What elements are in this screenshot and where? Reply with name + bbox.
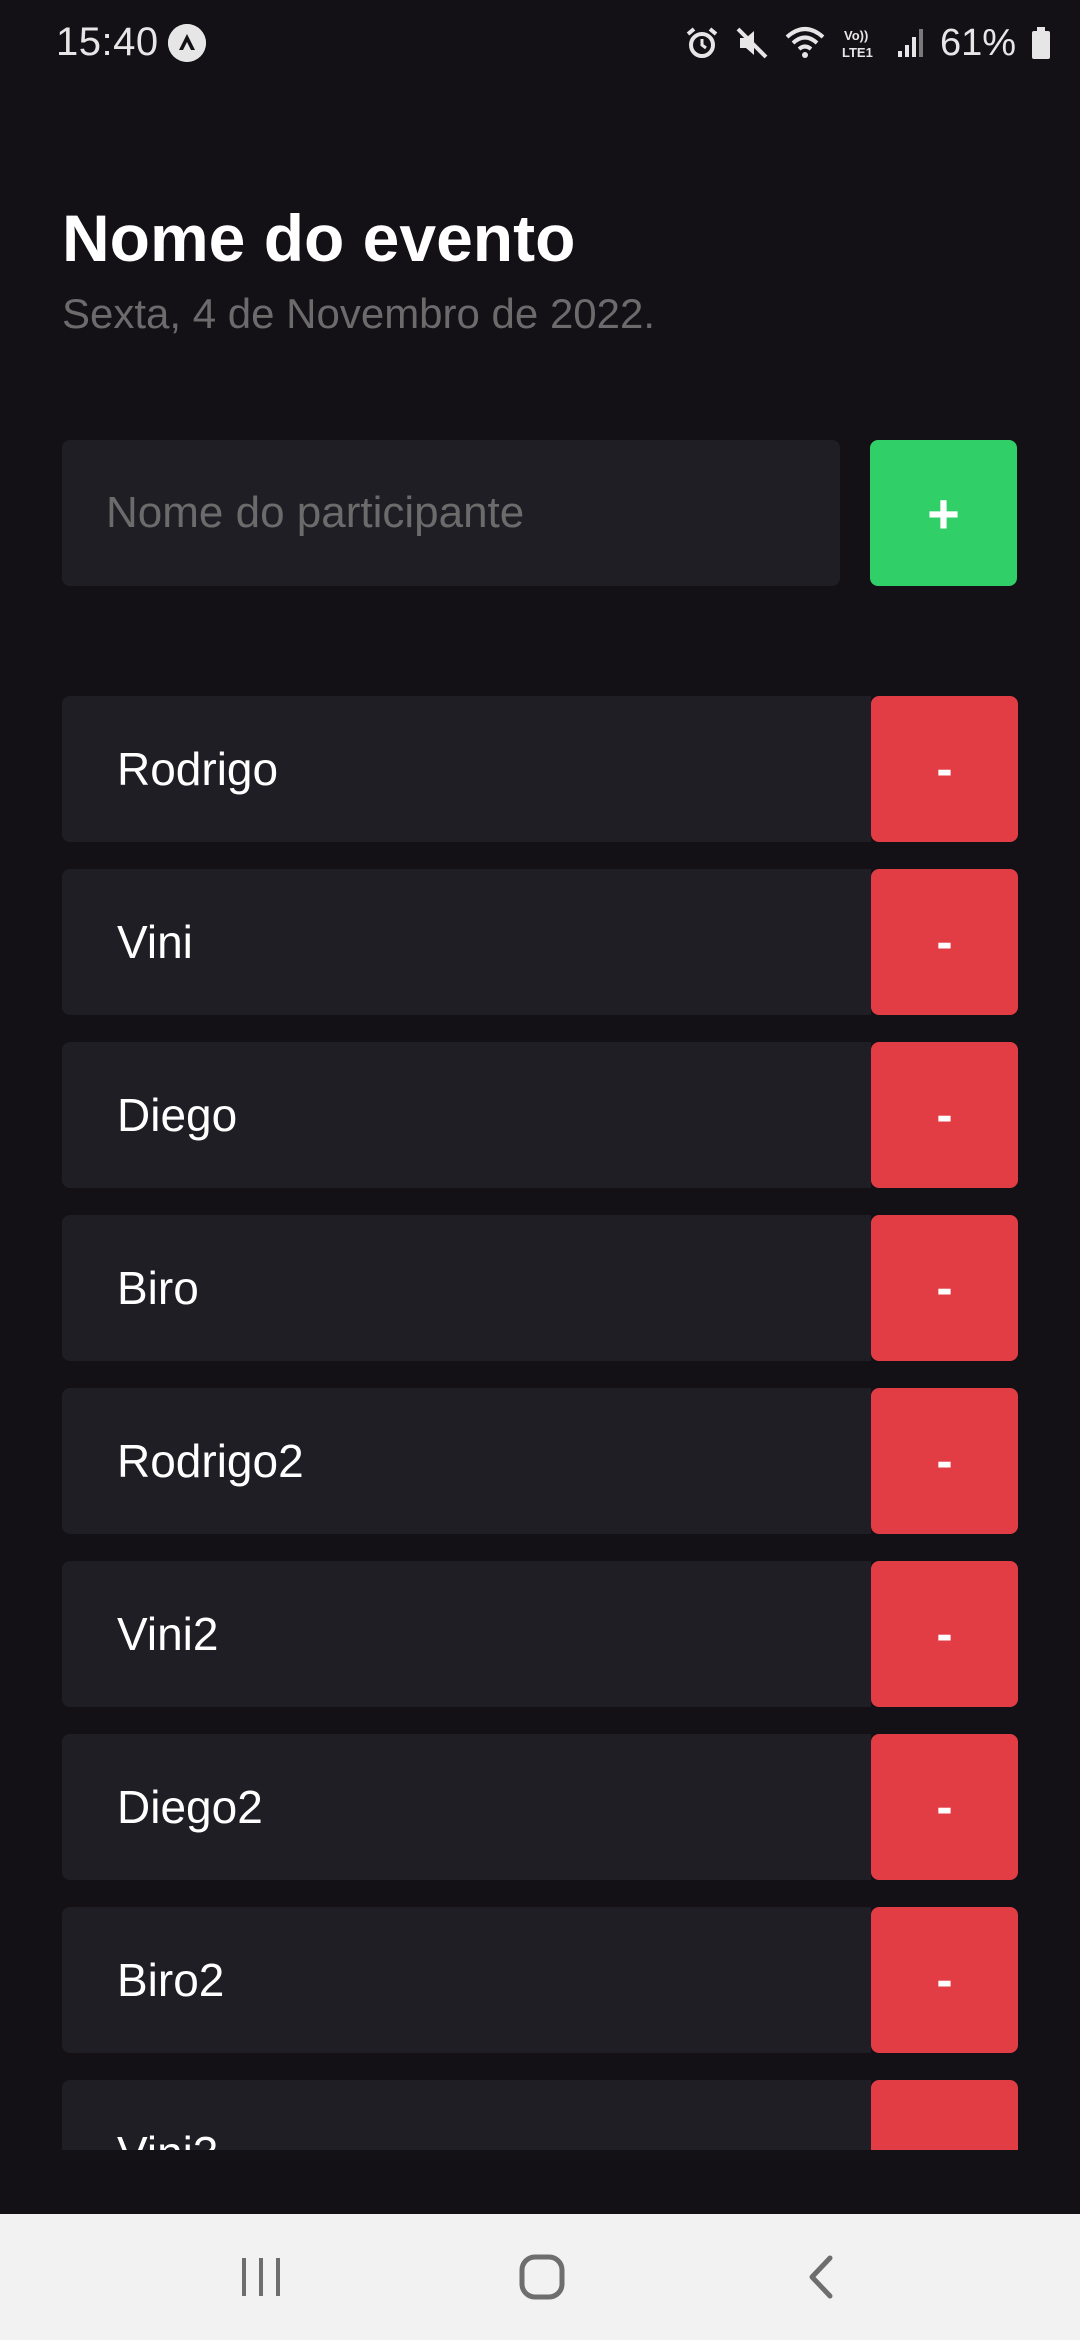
remove-participant-button[interactable]: -	[871, 2080, 1018, 2150]
participant-name-input[interactable]	[62, 440, 840, 586]
svg-text:LTE1: LTE1	[842, 45, 873, 60]
participant-name: Diego	[62, 1042, 871, 1188]
remove-button-label: -	[936, 742, 953, 796]
remove-button-label: -	[936, 1088, 953, 1142]
participant-name: Biro2	[62, 1907, 871, 2053]
participant-row: Vini -	[62, 869, 1018, 1015]
participant-row: Biro2 -	[62, 1907, 1018, 2053]
participant-name: Biro	[62, 1215, 871, 1361]
remove-button-label: -	[936, 1261, 953, 1315]
remove-button-label: -	[936, 1434, 953, 1488]
home-icon[interactable]	[517, 2252, 567, 2302]
volte-lte-icon: Vo)) LTE1	[840, 25, 882, 61]
event-date: Sexta, 4 de Novembro de 2022.	[62, 290, 656, 337]
status-bar: 15:40 Vo)) LTE1 61%	[0, 0, 1080, 88]
participant-name: Rodrigo2	[62, 1388, 871, 1534]
participant-list[interactable]: Rodrigo - Vini - Diego - Biro - Rodrigo2…	[62, 696, 1018, 2150]
battery-percent: 61%	[939, 21, 1016, 64]
alarm-icon	[684, 25, 720, 61]
remove-participant-button[interactable]: -	[871, 869, 1018, 1015]
remove-participant-button[interactable]: -	[871, 1215, 1018, 1361]
remove-participant-button[interactable]: -	[871, 1907, 1018, 2053]
app-notification-icon	[168, 24, 206, 62]
participant-name: Vini	[62, 869, 871, 1015]
battery-icon	[1030, 25, 1052, 61]
status-time: 15:40	[56, 20, 159, 64]
remove-button-label: -	[936, 1780, 953, 1834]
participant-row: Vini2 -	[62, 1561, 1018, 1707]
participant-row: Rodrigo2 -	[62, 1388, 1018, 1534]
add-button-label: +	[927, 481, 960, 545]
signal-icon	[896, 25, 926, 61]
remove-button-label: -	[936, 915, 953, 969]
remove-participant-button[interactable]: -	[871, 1388, 1018, 1534]
participant-name: Diego2	[62, 1734, 871, 1880]
remove-button-label: -	[937, 2126, 953, 2151]
svg-text:Vo)): Vo))	[844, 28, 868, 43]
participant-name: Vini2	[62, 1561, 871, 1707]
mute-icon	[734, 25, 770, 61]
participant-name: Vini3	[62, 2080, 871, 2150]
page-title: Nome do evento	[62, 201, 576, 275]
back-icon[interactable]	[800, 2252, 844, 2302]
participant-name: Rodrigo	[62, 696, 871, 842]
remove-participant-button[interactable]: -	[871, 696, 1018, 842]
remove-button-label: -	[936, 1607, 953, 1661]
add-participant-button[interactable]: +	[870, 440, 1017, 586]
participant-row: Biro -	[62, 1215, 1018, 1361]
participant-row: Vini3 -	[62, 2080, 1018, 2150]
participant-row: Diego -	[62, 1042, 1018, 1188]
remove-button-label: -	[936, 1953, 953, 2007]
remove-participant-button[interactable]: -	[871, 1734, 1018, 1880]
wifi-icon	[784, 25, 826, 61]
participant-row: Diego2 -	[62, 1734, 1018, 1880]
remove-participant-button[interactable]: -	[871, 1042, 1018, 1188]
recents-icon[interactable]	[236, 2254, 286, 2300]
remove-participant-button[interactable]: -	[871, 1561, 1018, 1707]
system-nav-bar	[0, 2214, 1080, 2340]
participant-row: Rodrigo -	[62, 696, 1018, 842]
status-icons: Vo)) LTE1 61%	[684, 18, 1052, 68]
